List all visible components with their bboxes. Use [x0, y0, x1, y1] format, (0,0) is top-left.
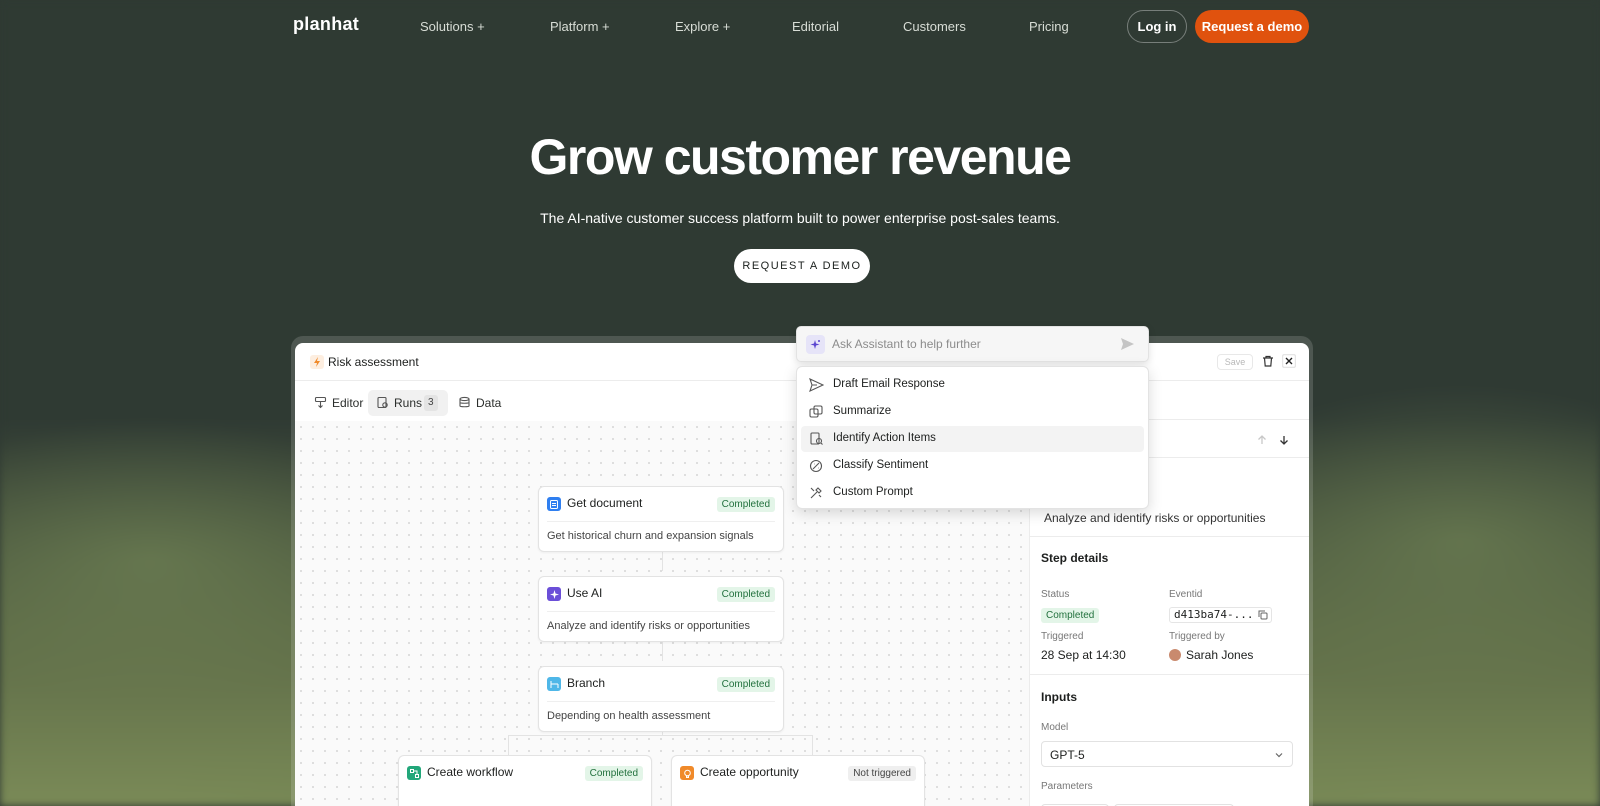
nav-pricing[interactable]: Pricing	[1029, 19, 1069, 34]
step-description: Analyze and identify risks or opportunit…	[1044, 511, 1266, 525]
eventid-label: Eventid	[1169, 589, 1203, 600]
status-badge: Completed	[716, 587, 775, 602]
send-icon[interactable]	[1120, 337, 1135, 351]
nav-solutions[interactable]: Solutions +	[420, 19, 485, 34]
connector-line	[508, 735, 509, 755]
trash-icon[interactable]	[1261, 354, 1275, 368]
lightning-icon	[310, 355, 324, 369]
step-details-heading: Step details	[1041, 551, 1109, 565]
status-badge: Not triggered	[848, 766, 916, 781]
node-get-document[interactable]: Get document Completed Get historical ch…	[538, 486, 784, 552]
runs-count-badge: 3	[424, 395, 438, 411]
tab-editor[interactable]: Editor	[306, 390, 366, 416]
workflow-icon	[407, 766, 421, 780]
avatar	[1169, 649, 1181, 661]
sparkle-icon	[806, 335, 825, 354]
nav-customers[interactable]: Customers	[903, 19, 966, 34]
assistant-menu: Draft Email Response Summarize Identify …	[796, 366, 1149, 509]
assistant-input[interactable]	[832, 335, 1102, 353]
menu-item-identify-action-items[interactable]: Identify Action Items	[801, 426, 1144, 452]
hero-subtitle: The AI-native customer success platform …	[540, 210, 1060, 226]
eventid-value[interactable]: d413ba74-...	[1169, 607, 1273, 623]
divider	[1030, 674, 1309, 675]
model-label: Model	[1041, 722, 1069, 733]
arrow-up-icon[interactable]	[1256, 434, 1268, 446]
branch-icon	[547, 677, 561, 691]
send-icon	[809, 378, 824, 392]
document-icon	[547, 497, 561, 511]
runs-icon	[377, 396, 388, 409]
hero-title: Grow customer revenue	[529, 129, 1072, 185]
close-icon[interactable]	[1282, 354, 1296, 368]
status-badge: Completed	[716, 677, 775, 692]
menu-item-summarize[interactable]: Summarize	[801, 399, 1144, 425]
database-icon	[459, 396, 470, 408]
model-select[interactable]: GPT-5	[1041, 741, 1293, 767]
menu-item-classify-sentiment[interactable]: Classify Sentiment	[801, 453, 1144, 479]
login-button[interactable]: Log in	[1127, 10, 1187, 43]
arrow-down-icon[interactable]	[1278, 434, 1290, 446]
top-navigation: planhat Solutions + Platform + Explore +…	[0, 0, 1600, 52]
editor-icon	[314, 396, 327, 409]
sentiment-icon	[809, 459, 823, 473]
tools-icon	[810, 487, 822, 499]
node-use-ai[interactable]: Use AI Completed Analyze and identify ri…	[538, 576, 784, 642]
status-label: Status	[1041, 589, 1070, 600]
parameters-label: Parameters	[1041, 781, 1093, 792]
node-create-workflow[interactable]: Create workflow Completed	[398, 755, 652, 806]
inputs-heading: Inputs	[1041, 690, 1077, 704]
chevron-down-icon	[1275, 753, 1283, 758]
status-badge: Completed	[584, 766, 643, 781]
copy-icon[interactable]	[1258, 610, 1268, 620]
request-demo-button[interactable]: Request a demo	[1195, 10, 1309, 43]
menu-item-custom-prompt[interactable]: Custom Prompt	[801, 480, 1144, 506]
opportunity-icon	[680, 766, 694, 780]
triggered-value: 28 Sep at 14:30	[1041, 648, 1126, 662]
connector-line	[812, 735, 813, 755]
search-document-icon	[810, 432, 823, 445]
workflow-title: Risk assessment	[328, 355, 419, 369]
save-button[interactable]: Save	[1217, 354, 1253, 370]
triggered-by-value: Sarah Jones	[1186, 648, 1254, 662]
node-branch[interactable]: Branch Completed Depending on health ass…	[538, 666, 784, 732]
divider	[1030, 536, 1309, 537]
nav-editorial[interactable]: Editorial	[792, 19, 839, 34]
planhat-logo[interactable]: planhat	[293, 14, 359, 35]
assistant-bar	[796, 326, 1149, 362]
triggered-label: Triggered	[1041, 631, 1084, 642]
summarize-icon	[809, 405, 823, 418]
nav-platform[interactable]: Platform +	[550, 19, 610, 34]
tab-data[interactable]: Data	[450, 390, 506, 416]
hero-request-demo-button[interactable]: REQUEST A DEMO	[734, 249, 870, 283]
connector-line	[508, 735, 813, 736]
tab-runs[interactable]: Runs 3	[368, 390, 448, 416]
menu-item-draft-email[interactable]: Draft Email Response	[801, 372, 1144, 398]
node-create-opportunity[interactable]: Create opportunity Not triggered	[671, 755, 925, 806]
status-badge: Completed	[1041, 608, 1100, 623]
ai-icon	[547, 587, 561, 601]
status-badge: Completed	[716, 497, 775, 512]
triggered-by-label: Triggered by	[1169, 631, 1225, 642]
nav-explore[interactable]: Explore +	[675, 19, 730, 34]
